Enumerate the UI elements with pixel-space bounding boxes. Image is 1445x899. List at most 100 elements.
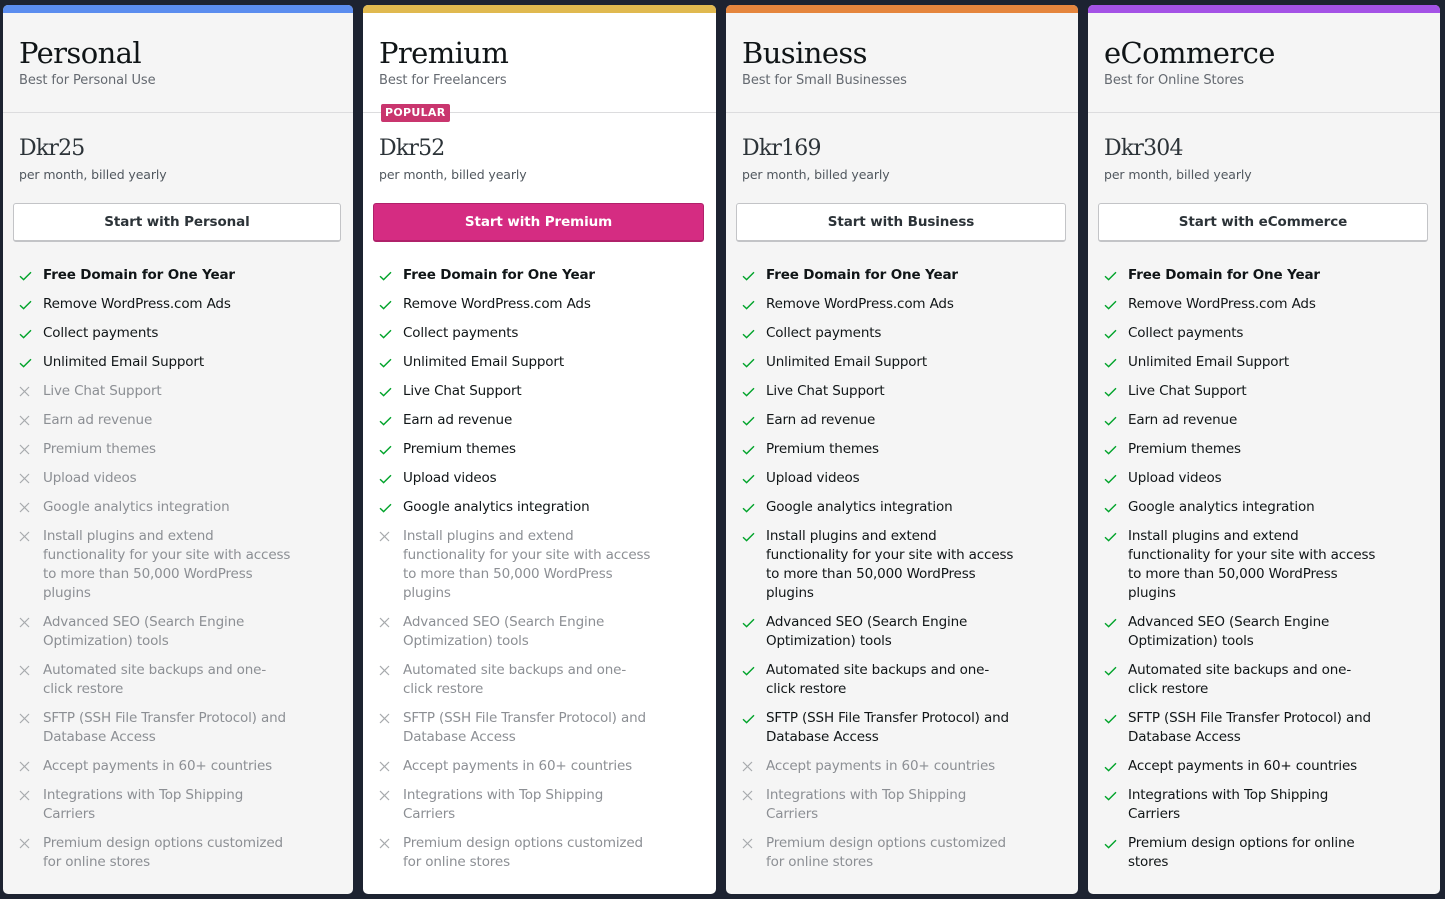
feature-item: Integrations with Top Shipping Carriers bbox=[1104, 786, 1440, 824]
checkmark-icon bbox=[742, 440, 766, 459]
feature-label: Remove WordPress.com Ads bbox=[766, 296, 954, 312]
feature-item: Advanced SEO (Search Engine Optimization… bbox=[1104, 613, 1440, 651]
cross-icon bbox=[19, 709, 43, 728]
checkmark-icon bbox=[742, 353, 766, 372]
feature-item: Collect payments bbox=[1104, 324, 1440, 343]
feature-label: Unlimited Email Support bbox=[766, 354, 927, 370]
feature-item: Earn ad revenue bbox=[742, 411, 1078, 430]
checkmark-icon bbox=[1104, 613, 1128, 632]
feature-label: Install plugins and extend functionality… bbox=[766, 528, 1014, 601]
feature-label: Premium themes bbox=[43, 441, 156, 457]
cross-icon bbox=[379, 661, 403, 680]
feature-item: Remove WordPress.com Ads bbox=[379, 295, 716, 314]
feature-label: Earn ad revenue bbox=[403, 412, 513, 428]
cross-icon bbox=[19, 469, 43, 488]
feature-label: Premium themes bbox=[1128, 441, 1241, 457]
feature-item: Collect payments bbox=[379, 324, 716, 343]
feature-label: Google analytics integration bbox=[43, 499, 230, 515]
plan-header: Premium Best for Freelancers POPULAR bbox=[363, 13, 716, 122]
feature-item: Upload videos bbox=[742, 469, 1078, 488]
feature-item: Advanced SEO (Search Engine Optimization… bbox=[742, 613, 1078, 651]
feature-list: Free Domain for One Year Remove WordPress… bbox=[363, 242, 716, 872]
feature-item: Advanced SEO (Search Engine Optimization… bbox=[19, 613, 353, 651]
feature-label: Accept payments in 60+ countries bbox=[403, 758, 633, 774]
feature-item: Accept payments in 60+ countries bbox=[19, 757, 353, 776]
feature-label: Integrations with Top Shipping Carriers bbox=[43, 787, 244, 822]
checkmark-icon bbox=[1104, 411, 1128, 430]
feature-item: Free Domain for One Year bbox=[379, 266, 716, 285]
checkmark-icon bbox=[742, 382, 766, 401]
checkmark-icon bbox=[379, 440, 403, 459]
feature-item: Premium themes bbox=[19, 440, 353, 459]
feature-label: Accept payments in 60+ countries bbox=[1128, 758, 1358, 774]
feature-item: Google analytics integration bbox=[1104, 498, 1440, 517]
feature-label: Premium design options customized for on… bbox=[766, 835, 1006, 870]
feature-label: Advanced SEO (Search Engine Optimization… bbox=[766, 614, 968, 649]
checkmark-icon bbox=[1104, 469, 1128, 488]
feature-label: Upload videos bbox=[1128, 470, 1222, 486]
feature-list: Free Domain for One Year Remove WordPress… bbox=[1088, 242, 1440, 872]
feature-item: Free Domain for One Year bbox=[1104, 266, 1440, 285]
feature-item: Install plugins and extend functionality… bbox=[742, 527, 1078, 603]
plan-price: Dkr304 bbox=[1104, 136, 1183, 161]
plan-tagline: Best for Online Stores bbox=[1104, 73, 1244, 88]
feature-item: Live Chat Support bbox=[19, 382, 353, 401]
feature-item: Collect payments bbox=[742, 324, 1078, 343]
checkmark-icon bbox=[1104, 661, 1128, 680]
feature-item: Remove WordPress.com Ads bbox=[742, 295, 1078, 314]
feature-label: Collect payments bbox=[1128, 325, 1244, 341]
feature-label: SFTP (SSH File Transfer Protocol) and Da… bbox=[43, 710, 286, 745]
feature-item: Integrations with Top Shipping Carriers bbox=[379, 786, 716, 824]
plan-tagline: Best for Freelancers bbox=[379, 73, 507, 88]
cross-icon bbox=[19, 613, 43, 632]
feature-item: Automated site backups and one-click res… bbox=[19, 661, 353, 699]
start-with-business-button[interactable]: Start with Business bbox=[736, 203, 1066, 242]
feature-label: Automated site backups and one-click res… bbox=[43, 662, 267, 697]
feature-label: Unlimited Email Support bbox=[43, 354, 204, 370]
start-with-ecommerce-button[interactable]: Start with eCommerce bbox=[1098, 203, 1428, 242]
feature-label: Remove WordPress.com Ads bbox=[1128, 296, 1316, 312]
feature-label: Automated site backups and one-click res… bbox=[1128, 662, 1352, 697]
feature-label: Accept payments in 60+ countries bbox=[43, 758, 273, 774]
price-block: Dkr25 per month, billed yearly bbox=[3, 113, 353, 203]
feature-item: Google analytics integration bbox=[379, 498, 716, 517]
start-with-personal-button[interactable]: Start with Personal bbox=[13, 203, 341, 242]
cross-icon bbox=[379, 757, 403, 776]
cross-icon bbox=[19, 498, 43, 517]
feature-label: Live Chat Support bbox=[403, 383, 522, 399]
feature-label: Integrations with Top Shipping Carriers bbox=[766, 787, 967, 822]
feature-label: Advanced SEO (Search Engine Optimization… bbox=[403, 614, 605, 649]
cross-icon bbox=[19, 834, 43, 853]
feature-item: Advanced SEO (Search Engine Optimization… bbox=[379, 613, 716, 651]
feature-item: SFTP (SSH File Transfer Protocol) and Da… bbox=[1104, 709, 1440, 747]
feature-label: Advanced SEO (Search Engine Optimization… bbox=[43, 614, 245, 649]
feature-label: Collect payments bbox=[43, 325, 159, 341]
feature-item: Collect payments bbox=[19, 324, 353, 343]
feature-item: Premium design options for online stores bbox=[1104, 834, 1440, 872]
checkmark-icon bbox=[1104, 527, 1128, 546]
checkmark-icon bbox=[1104, 709, 1128, 728]
checkmark-icon bbox=[379, 411, 403, 430]
feature-label: Integrations with Top Shipping Carriers bbox=[403, 787, 604, 822]
checkmark-icon bbox=[1104, 834, 1128, 853]
checkmark-icon bbox=[742, 324, 766, 343]
feature-label: Premium themes bbox=[766, 441, 879, 457]
feature-label: SFTP (SSH File Transfer Protocol) and Da… bbox=[1128, 710, 1371, 745]
plan-name: Personal bbox=[19, 36, 142, 70]
feature-item: Premium themes bbox=[1104, 440, 1440, 459]
feature-label: SFTP (SSH File Transfer Protocol) and Da… bbox=[403, 710, 646, 745]
feature-item: Remove WordPress.com Ads bbox=[19, 295, 353, 314]
feature-label: Premium design options customized for on… bbox=[43, 835, 283, 870]
checkmark-icon bbox=[742, 498, 766, 517]
cross-icon bbox=[379, 527, 403, 546]
checkmark-icon bbox=[742, 527, 766, 546]
feature-label: Automated site backups and one-click res… bbox=[766, 662, 990, 697]
feature-label: Live Chat Support bbox=[43, 383, 162, 399]
plan-header: eCommerce Best for Online Stores bbox=[1088, 13, 1440, 113]
start-with-premium-button[interactable]: Start with Premium bbox=[373, 203, 704, 242]
checkmark-icon bbox=[1104, 757, 1128, 776]
checkmark-icon bbox=[19, 266, 43, 285]
feature-item: Accept payments in 60+ countries bbox=[379, 757, 716, 776]
checkmark-icon bbox=[1104, 440, 1128, 459]
feature-label: Collect payments bbox=[403, 325, 519, 341]
